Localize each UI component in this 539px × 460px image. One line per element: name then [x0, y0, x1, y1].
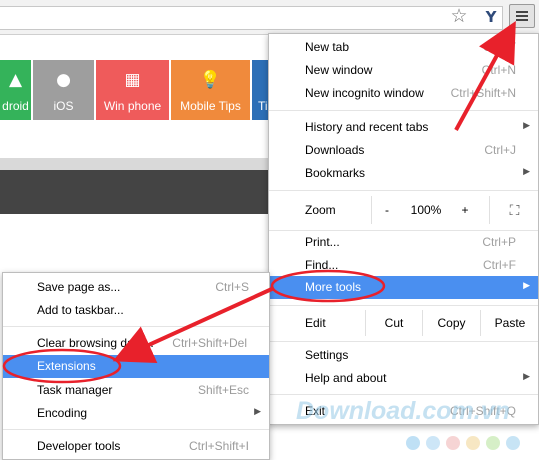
arrow-to-menu-button [454, 20, 516, 131]
arrow-to-extensions [112, 286, 275, 363]
highlight-more-tools [270, 269, 386, 303]
annotation-overlay [2, 20, 516, 384]
highlight-extensions [2, 348, 122, 384]
